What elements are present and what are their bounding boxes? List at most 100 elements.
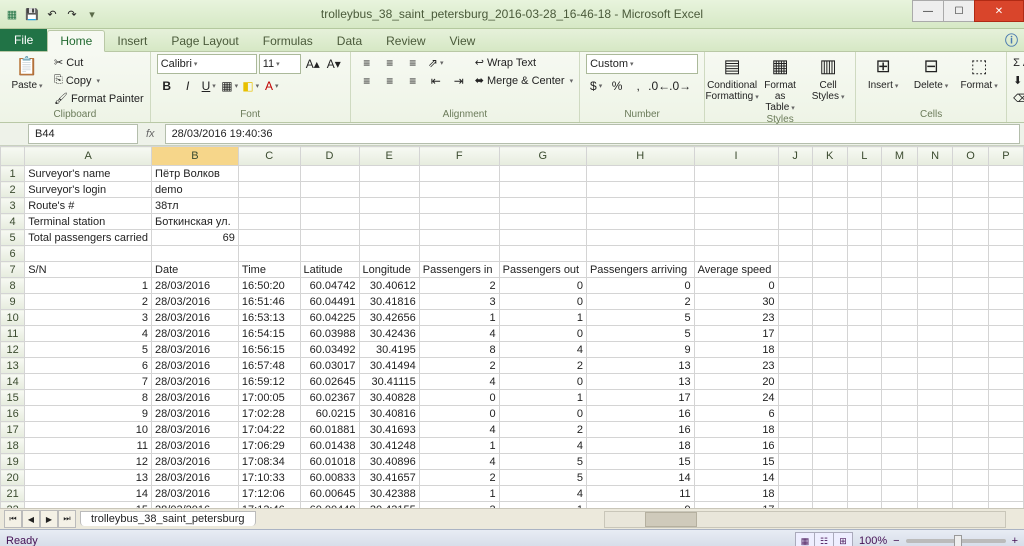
cell[interactable]: 15: [586, 454, 694, 470]
cell[interactable]: [812, 454, 847, 470]
clear-button[interactable]: ⌫Clear: [1013, 90, 1024, 107]
cell[interactable]: 30.41816: [359, 294, 419, 310]
cell[interactable]: [953, 182, 989, 198]
cell[interactable]: [812, 166, 847, 182]
cell[interactable]: [847, 422, 881, 438]
cell[interactable]: 30.41693: [359, 422, 419, 438]
cell[interactable]: [300, 166, 359, 182]
minimize-button[interactable]: —: [912, 0, 944, 22]
cell[interactable]: 1: [419, 486, 499, 502]
col-header-D[interactable]: D: [300, 147, 359, 166]
cell[interactable]: 5: [586, 310, 694, 326]
cell[interactable]: [988, 406, 1023, 422]
cell[interactable]: Terminal station: [25, 214, 152, 230]
cell[interactable]: 16:50:20: [238, 278, 300, 294]
row-header[interactable]: 19: [1, 454, 25, 470]
format-painter-button[interactable]: 🖌Format Painter: [54, 90, 144, 107]
cell[interactable]: 28/03/2016: [152, 390, 239, 406]
qat-more-icon[interactable]: ▾: [84, 6, 100, 22]
cell[interactable]: [917, 374, 952, 390]
cell[interactable]: 6: [25, 358, 152, 374]
cell[interactable]: 17: [586, 390, 694, 406]
grow-font-icon[interactable]: A▴: [303, 54, 323, 74]
cell[interactable]: 2: [419, 470, 499, 486]
autosum-button[interactable]: ΣAutoSum: [1013, 54, 1024, 71]
page-break-view-icon[interactable]: ⊞: [833, 532, 853, 546]
cell[interactable]: [694, 230, 778, 246]
cell[interactable]: [778, 278, 812, 294]
cell[interactable]: [882, 294, 918, 310]
cell[interactable]: 30.41657: [359, 470, 419, 486]
copy-button[interactable]: ⎘Copy: [54, 72, 144, 89]
percent-icon[interactable]: %: [607, 76, 627, 96]
cell[interactable]: [586, 198, 694, 214]
cell[interactable]: 1: [419, 310, 499, 326]
cell[interactable]: Passengers arriving: [586, 262, 694, 278]
cell[interactable]: [359, 166, 419, 182]
cell[interactable]: Surveyor's login: [25, 182, 152, 198]
cell[interactable]: Time: [238, 262, 300, 278]
cell[interactable]: [988, 374, 1023, 390]
cell-styles-button[interactable]: ▥Cell Styles: [807, 54, 849, 102]
cell[interactable]: [419, 166, 499, 182]
cell[interactable]: [917, 342, 952, 358]
cell[interactable]: [953, 326, 989, 342]
save-icon[interactable]: 💾: [24, 6, 40, 22]
cell[interactable]: [988, 278, 1023, 294]
cell[interactable]: [988, 390, 1023, 406]
row-header[interactable]: 1: [1, 166, 25, 182]
cell[interactable]: 60.00645: [300, 486, 359, 502]
cell[interactable]: [300, 214, 359, 230]
cell[interactable]: 1: [419, 438, 499, 454]
cell[interactable]: 0: [419, 390, 499, 406]
cell[interactable]: 23: [694, 310, 778, 326]
shrink-font-icon[interactable]: A▾: [324, 54, 344, 74]
cell[interactable]: [152, 246, 239, 262]
cell[interactable]: [953, 390, 989, 406]
cell[interactable]: 4: [499, 486, 586, 502]
cell[interactable]: 0: [499, 278, 586, 294]
cell[interactable]: [953, 198, 989, 214]
font-size-select[interactable]: 11: [259, 54, 301, 74]
cell[interactable]: [847, 198, 881, 214]
cell[interactable]: [953, 230, 989, 246]
cell[interactable]: [953, 310, 989, 326]
font-color-button[interactable]: A: [262, 76, 282, 96]
align-middle-icon[interactable]: ≡: [380, 53, 400, 73]
cell[interactable]: 28/03/2016: [152, 278, 239, 294]
cell[interactable]: [917, 182, 952, 198]
cell[interactable]: [917, 438, 952, 454]
name-box[interactable]: B44: [28, 124, 138, 144]
cell[interactable]: 6: [694, 406, 778, 422]
cell[interactable]: [882, 406, 918, 422]
cell[interactable]: [499, 214, 586, 230]
indent-increase-icon[interactable]: ⇥: [449, 71, 469, 91]
cell[interactable]: 28/03/2016: [152, 454, 239, 470]
cell[interactable]: 17: [694, 326, 778, 342]
row-header[interactable]: 18: [1, 438, 25, 454]
cell[interactable]: [953, 486, 989, 502]
tab-page-layout[interactable]: Page Layout: [159, 31, 250, 51]
cell[interactable]: Боткинская ул.: [152, 214, 239, 230]
cell[interactable]: Route's #: [25, 198, 152, 214]
cell[interactable]: 30.4195: [359, 342, 419, 358]
cell[interactable]: [812, 198, 847, 214]
cell[interactable]: [953, 342, 989, 358]
cell[interactable]: [778, 422, 812, 438]
cell[interactable]: 18: [694, 486, 778, 502]
cell[interactable]: [953, 422, 989, 438]
select-all-corner[interactable]: [1, 147, 25, 166]
cell[interactable]: 16:53:13: [238, 310, 300, 326]
cell[interactable]: 69: [152, 230, 239, 246]
cell[interactable]: 4: [419, 374, 499, 390]
cell[interactable]: [586, 214, 694, 230]
cell[interactable]: [953, 166, 989, 182]
cell[interactable]: [300, 246, 359, 262]
col-header-G[interactable]: G: [499, 147, 586, 166]
cell[interactable]: [778, 182, 812, 198]
cell[interactable]: Surveyor's name: [25, 166, 152, 182]
cell[interactable]: [988, 486, 1023, 502]
cell[interactable]: 60.0215: [300, 406, 359, 422]
cell[interactable]: [812, 182, 847, 198]
cell[interactable]: 0: [586, 278, 694, 294]
